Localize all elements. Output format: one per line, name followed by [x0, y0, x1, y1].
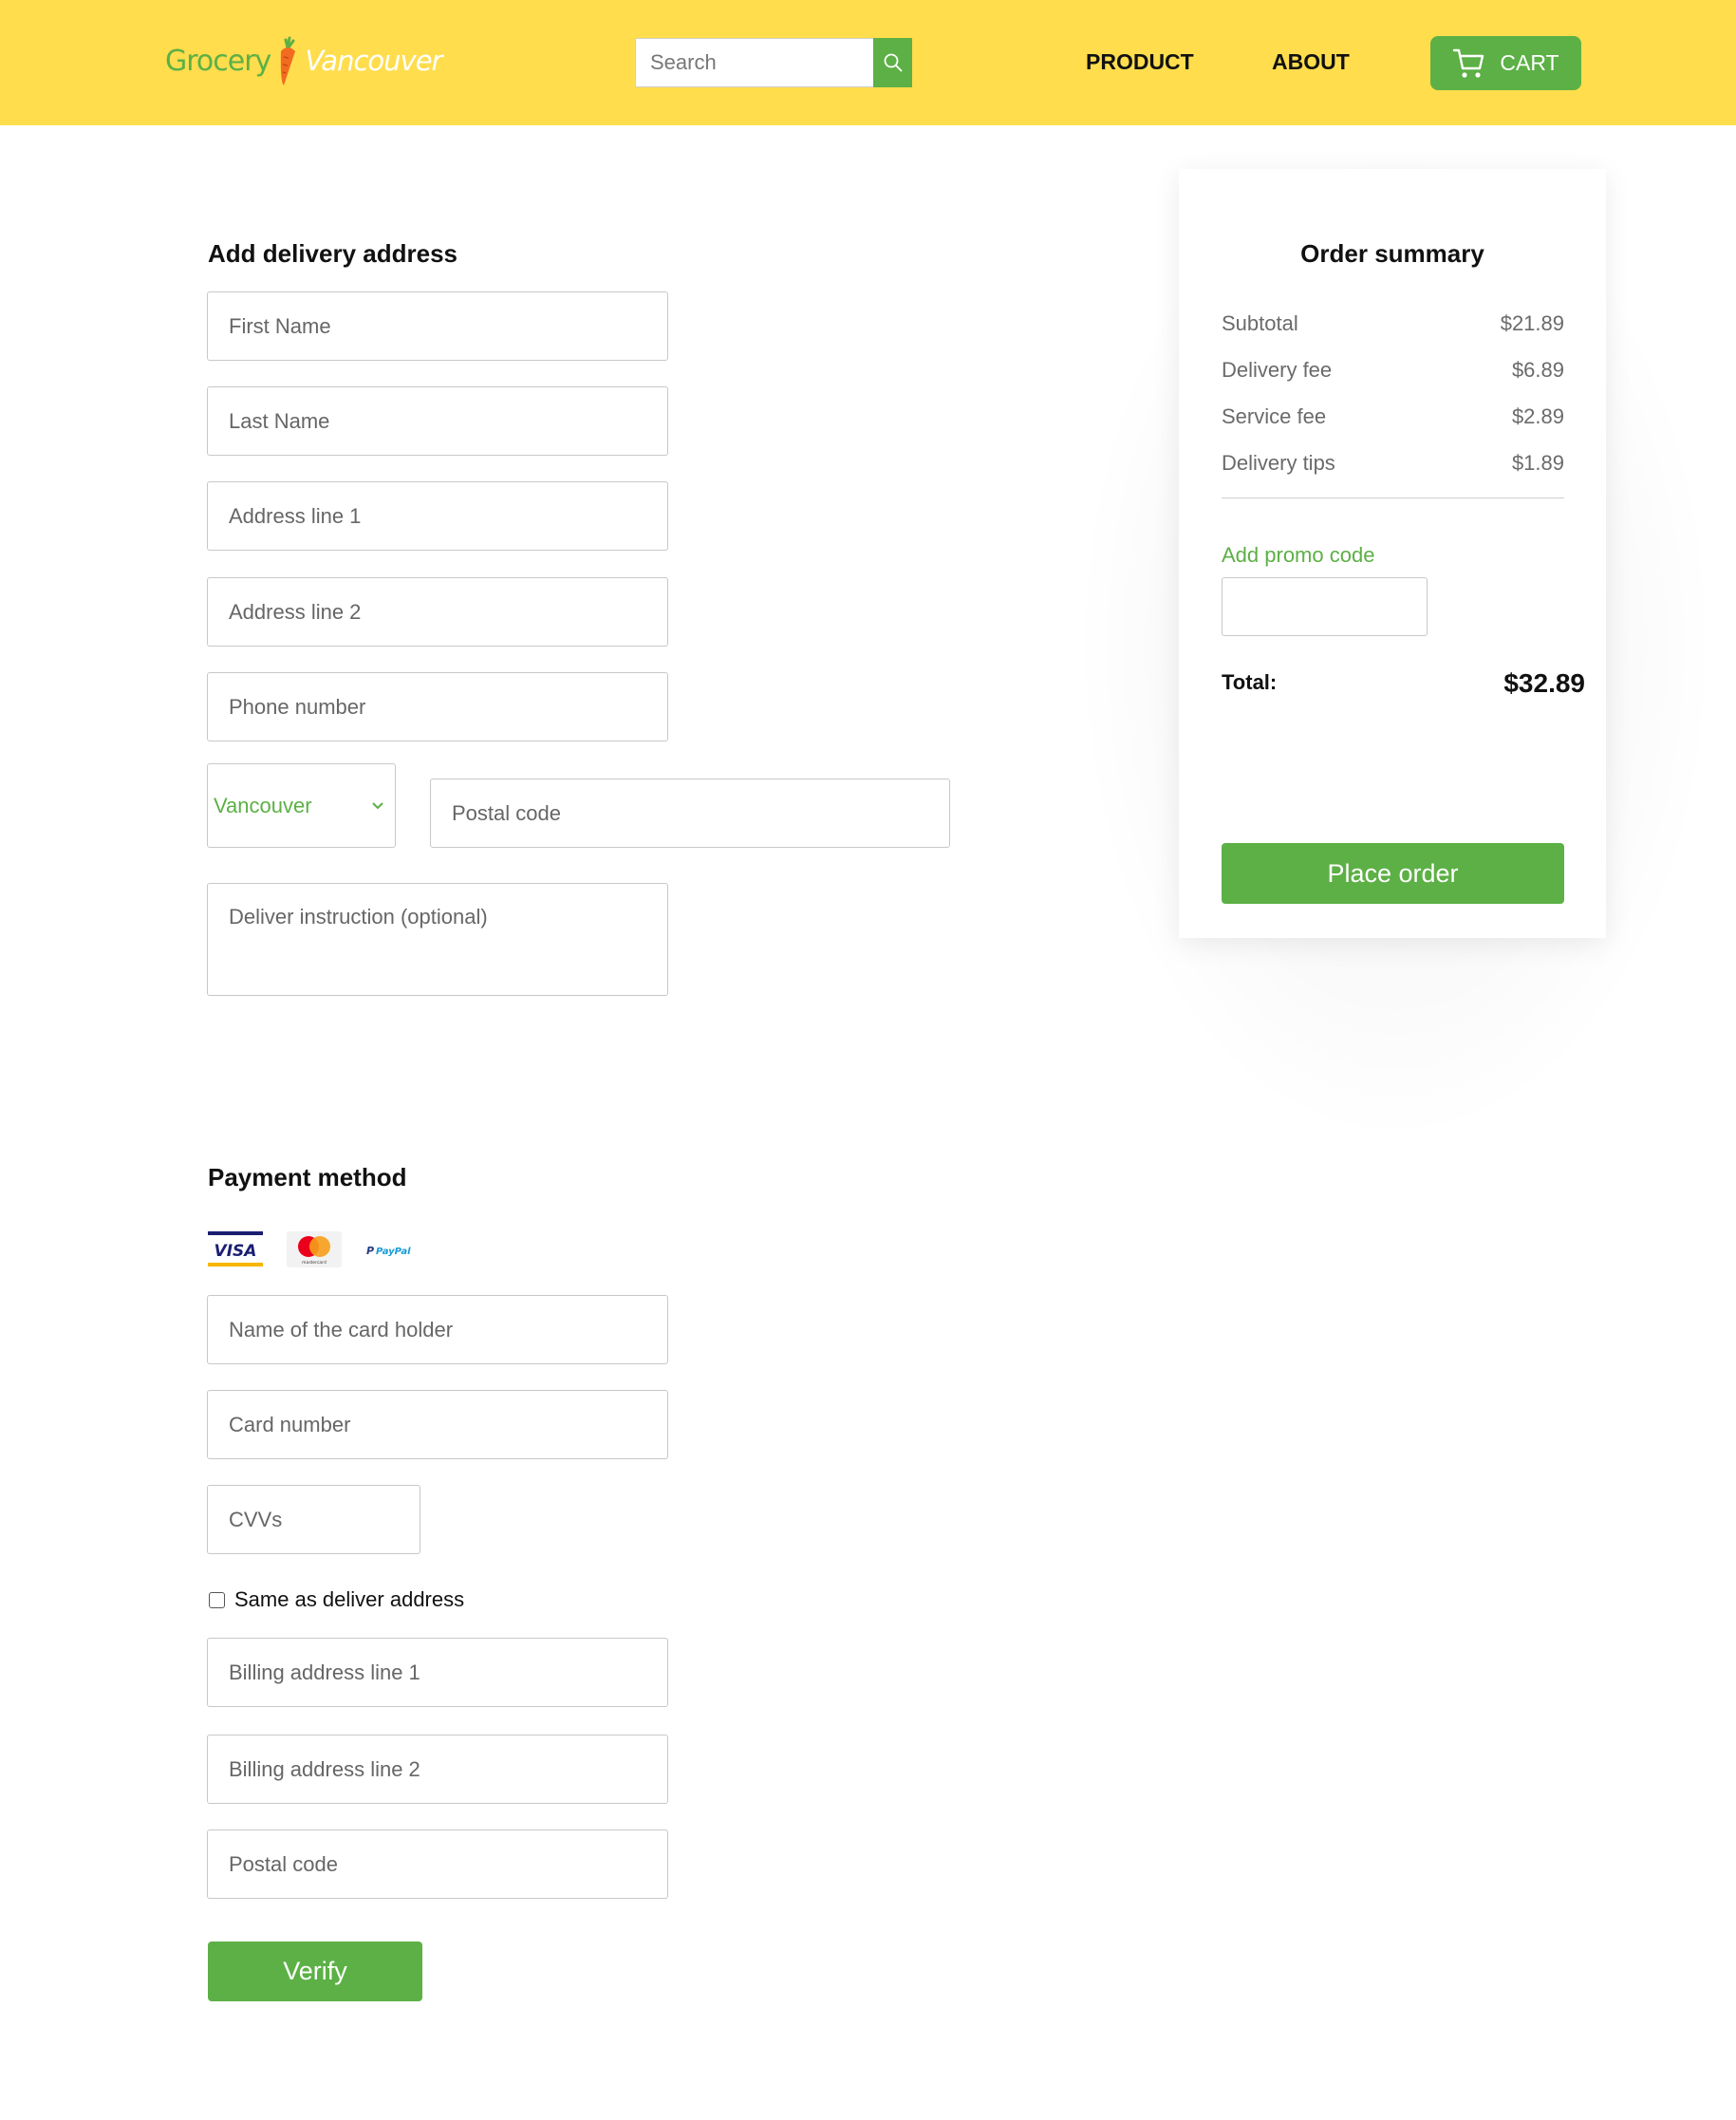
- promo-code-input[interactable]: [1222, 577, 1428, 636]
- paypal-logo: P PayPal: [364, 1231, 420, 1267]
- summary-row-value: $21.89: [1500, 311, 1564, 335]
- phone-number-field[interactable]: [207, 672, 668, 741]
- summary-row-value: $1.89: [1511, 451, 1564, 475]
- order-summary-title: Order summary: [1300, 239, 1484, 268]
- total-label: Total:: [1222, 670, 1278, 694]
- address-line-1-field[interactable]: [207, 481, 668, 551]
- place-order-button[interactable]: Place order: [1222, 843, 1564, 904]
- payment-section-title: Payment method: [208, 1163, 407, 1191]
- summary-row-label: Service fee: [1222, 404, 1327, 428]
- last-name-field[interactable]: [207, 386, 668, 456]
- postal-code-field[interactable]: [430, 779, 950, 848]
- logo-text-vancouver: Vancouver: [305, 45, 442, 77]
- mastercard-logo: mastercard: [287, 1231, 342, 1267]
- svg-text:PayPal: PayPal: [376, 1247, 411, 1257]
- address-line-2-field[interactable]: [207, 577, 668, 647]
- top-header: Grocery Vancouver PRODUCT ABOUT CART: [0, 0, 1736, 125]
- svg-text:mastercard: mastercard: [302, 1260, 327, 1266]
- cvv-field[interactable]: [207, 1485, 420, 1554]
- search-input[interactable]: [635, 38, 873, 87]
- summary-row-subtotal: Subtotal $21.89: [1222, 311, 1564, 336]
- card-holder-field[interactable]: [207, 1295, 668, 1364]
- total-value: $32.89: [1503, 668, 1585, 698]
- chevron-down-icon: [366, 801, 389, 811]
- city-select[interactable]: Vancouver: [207, 763, 396, 848]
- logo-text-grocery: Grocery: [165, 44, 271, 78]
- same-address-option: Same as deliver address: [209, 1587, 464, 1612]
- grocery-vancouver-logo[interactable]: Grocery Vancouver: [165, 32, 442, 89]
- promo-code-label[interactable]: Add promo code: [1222, 543, 1374, 568]
- first-name-field[interactable]: [207, 291, 668, 361]
- visa-logo: VISA: [208, 1231, 263, 1267]
- city-select-value: Vancouver: [214, 793, 312, 817]
- summary-row-service-fee: Service fee $2.89: [1222, 404, 1564, 429]
- search-icon: [884, 53, 902, 72]
- nav-product-link[interactable]: PRODUCT: [1086, 49, 1194, 75]
- billing-address-line-2-field[interactable]: [207, 1735, 668, 1804]
- deliver-instruction-field[interactable]: [207, 883, 668, 996]
- summary-row-value: $2.89: [1511, 404, 1564, 428]
- summary-row-value: $6.89: [1511, 358, 1564, 382]
- svg-text:P: P: [366, 1245, 374, 1257]
- summary-row-label: Subtotal: [1222, 311, 1298, 335]
- cart-icon: [1453, 48, 1484, 78]
- billing-address-line-1-field[interactable]: [207, 1638, 668, 1707]
- summary-row-label: Delivery fee: [1222, 358, 1333, 382]
- same-address-checkbox[interactable]: [209, 1591, 225, 1608]
- search-bar: [635, 38, 912, 87]
- billing-postal-code-field[interactable]: [207, 1829, 668, 1899]
- delivery-section-title: Add delivery address: [208, 239, 457, 268]
- same-address-label[interactable]: Same as deliver address: [234, 1587, 464, 1612]
- cart-label: CART: [1500, 50, 1559, 75]
- search-button[interactable]: [873, 38, 912, 87]
- summary-row-delivery-fee: Delivery fee $6.89: [1222, 358, 1564, 383]
- summary-row-delivery-tips: Delivery tips $1.89: [1222, 451, 1564, 476]
- nav-about-link[interactable]: ABOUT: [1272, 49, 1350, 75]
- summary-row-label: Delivery tips: [1222, 451, 1335, 475]
- cart-button[interactable]: CART: [1430, 36, 1581, 90]
- carrot-icon: [281, 36, 296, 85]
- verify-button[interactable]: Verify: [208, 1942, 422, 2001]
- svg-text:VISA: VISA: [215, 1242, 257, 1261]
- summary-divider: [1222, 497, 1564, 498]
- card-number-field[interactable]: [207, 1390, 668, 1459]
- order-summary-card: Order summary Subtotal $21.89 Delivery f…: [1179, 169, 1606, 938]
